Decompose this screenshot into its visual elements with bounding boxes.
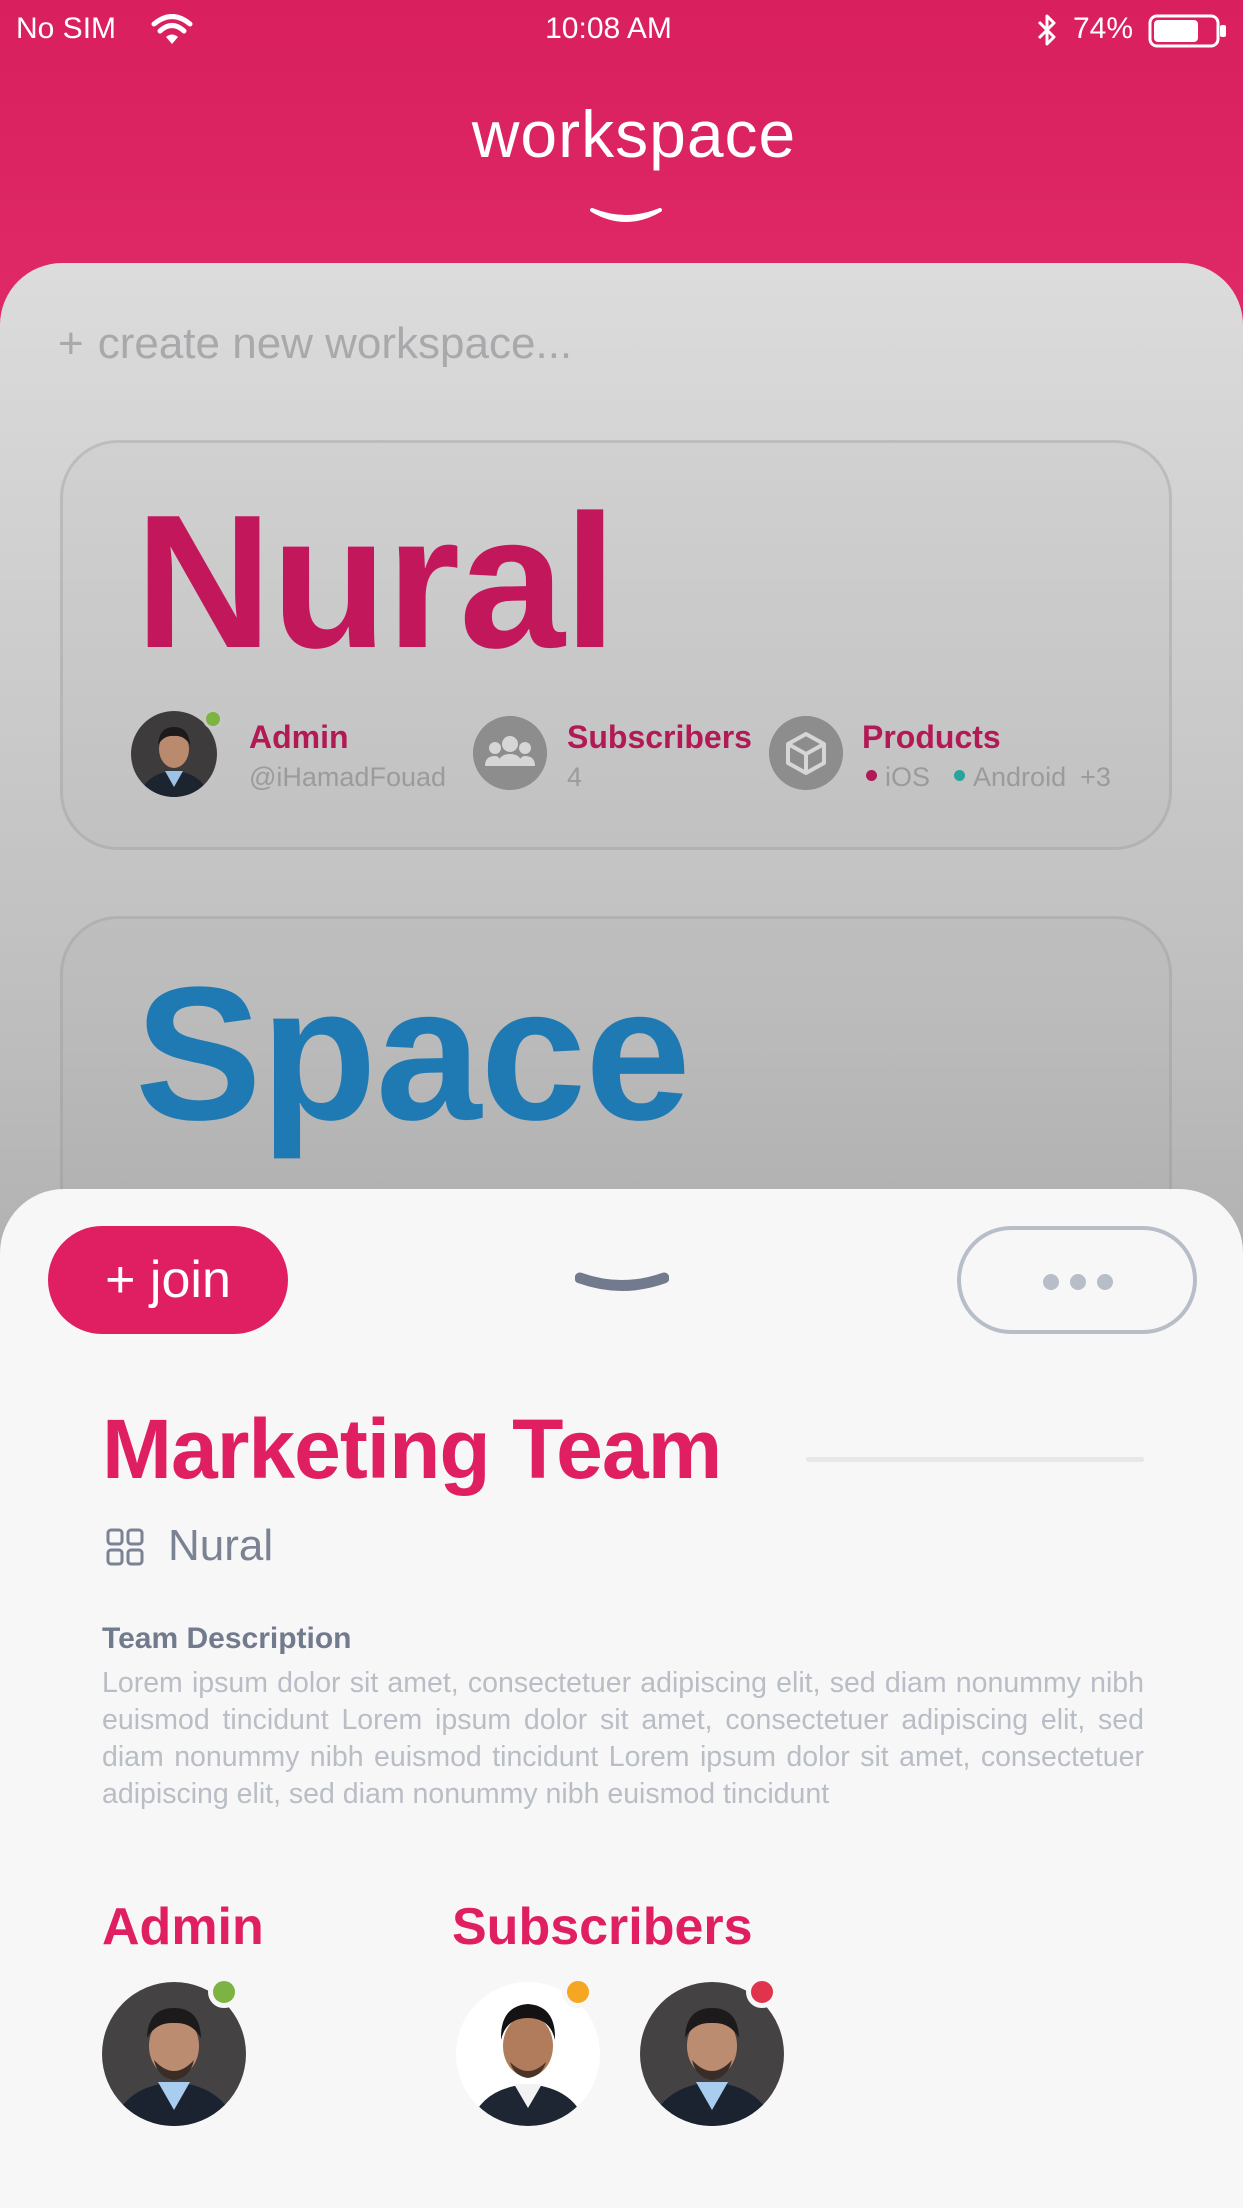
- workspace-link[interactable]: Nural: [168, 1521, 273, 1571]
- team-detail-sheet: + join Marketing Team Nural Team Descrip…: [0, 1189, 1243, 2208]
- battery-icon: [1148, 14, 1226, 48]
- subscriber-avatar[interactable]: [456, 1976, 600, 2126]
- chevron-down-icon[interactable]: [575, 1271, 669, 1297]
- battery-percent: 74%: [1073, 12, 1134, 45]
- admin-handle: @iHamadFouad: [249, 762, 447, 792]
- page-title: workspace: [471, 97, 797, 171]
- bluetooth-icon: [1037, 14, 1056, 46]
- admin-avatar[interactable]: [102, 1976, 246, 2126]
- box-icon: [769, 716, 843, 790]
- grid-icon: [106, 1528, 144, 1566]
- admin-label: Admin: [249, 719, 349, 755]
- clock: 10:08 AM: [545, 12, 672, 45]
- plus-icon: +: [58, 319, 84, 368]
- workspace-name: Nural: [135, 476, 617, 688]
- platform-list: iOS Android +3: [866, 762, 1111, 793]
- subscribers-section-title: Subscribers: [452, 1898, 753, 1956]
- subscriber-avatar[interactable]: [640, 1976, 784, 2126]
- products-label: Products: [862, 719, 1001, 755]
- subscribers-label: Subscribers: [567, 719, 752, 755]
- join-button[interactable]: + join: [48, 1226, 288, 1334]
- platform-ios: iOS: [885, 762, 931, 792]
- status-bar: No SIM 10:08 AM 74%: [0, 0, 1243, 62]
- status-dot: [208, 1976, 240, 2008]
- description-heading: Team Description: [102, 1622, 352, 1655]
- team-title: Marketing Team: [102, 1402, 722, 1496]
- online-status-dot: [203, 709, 223, 729]
- create-workspace-button[interactable]: + create new workspace...: [58, 319, 572, 369]
- more-options-button[interactable]: [957, 1226, 1197, 1334]
- group-icon: [473, 716, 547, 790]
- chevron-down-icon[interactable]: [588, 204, 664, 228]
- more-icon: [1043, 1274, 1113, 1290]
- team-description: Lorem ipsum dolor sit amet, consectetuer…: [102, 1667, 1144, 1810]
- platform-android: Android: [973, 762, 1067, 792]
- platform-dot: [866, 770, 877, 782]
- status-dot: [746, 1976, 778, 2008]
- workspace-card-nural[interactable]: Nural Admin @iHamadFouad Subscribers 4 P…: [60, 440, 1172, 850]
- create-workspace-label: create new workspace...: [97, 319, 573, 368]
- status-dot: [562, 1976, 594, 2008]
- subscribers-count: 4: [567, 762, 583, 792]
- workspace-name: Space: [135, 948, 691, 1160]
- platform-more: +3: [1080, 762, 1111, 792]
- platform-dot: [954, 770, 966, 782]
- admin-section-title: Admin: [102, 1898, 264, 1956]
- title-divider: [806, 1457, 1144, 1462]
